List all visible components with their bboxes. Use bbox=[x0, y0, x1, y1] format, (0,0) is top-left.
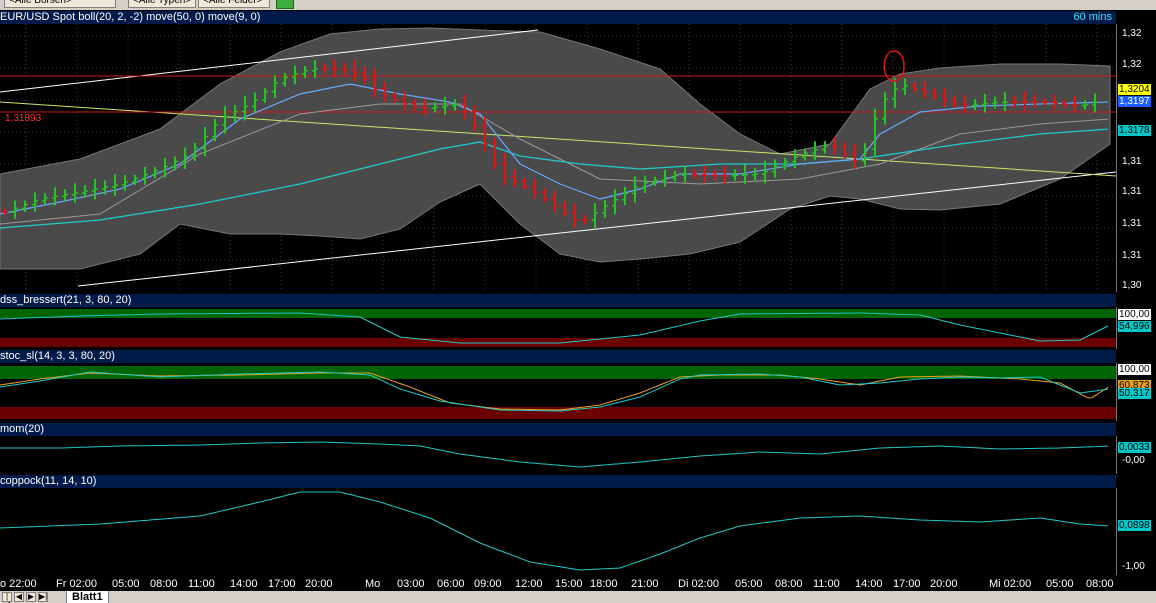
coppock-line bbox=[0, 491, 1109, 571]
timeframe-label: 60 mins bbox=[1073, 11, 1112, 23]
time-tick-label: Mi 02:00 bbox=[989, 578, 1032, 590]
time-tick-label: 05:00 bbox=[112, 578, 140, 590]
time-tick-label: 03:00 bbox=[397, 578, 425, 590]
time-tick-label: 15:00 bbox=[555, 578, 583, 590]
time-tick-label: 20:00 bbox=[930, 578, 958, 590]
filter-toolbar: <Alle Börsen> <Alle Typen> <Alle Felder> bbox=[0, 0, 1156, 10]
time-tick-label: 20:00 bbox=[305, 578, 333, 590]
momentum-line bbox=[0, 441, 1109, 468]
price-tick-label: 1,32 bbox=[1122, 28, 1142, 39]
price-panel-title: EUR/USD Spot boll(20, 2, -2) move(50, 0)… bbox=[0, 11, 261, 23]
bollinger-value-tag: 1,3197 bbox=[1118, 96, 1151, 107]
time-tick-label: Fr 02:00 bbox=[56, 578, 97, 590]
price-panel-header: EUR/USD Spot boll(20, 2, -2) move(50, 0)… bbox=[0, 11, 1116, 24]
coppock-chart[interactable] bbox=[0, 488, 1116, 575]
time-tick-label: Mo bbox=[365, 578, 381, 590]
dss-value-tag: 54,996 bbox=[1118, 321, 1151, 332]
dss-panel-title: dss_bressert(21, 3, 80, 20) bbox=[0, 294, 132, 306]
time-tick-label: 12:00 bbox=[515, 578, 543, 590]
price-tick-label: 1,31 bbox=[1122, 186, 1142, 197]
stoc-d-tag: 50,317 bbox=[1118, 388, 1151, 399]
time-tick-label: 08:00 bbox=[1086, 578, 1114, 590]
price-tick-label: 1,31 bbox=[1122, 156, 1142, 167]
price-y-axis: 1,32 1,32 1,31 1,31 1,31 1,31 1,30 bbox=[1116, 24, 1156, 292]
time-tick-label: 06:00 bbox=[437, 578, 465, 590]
time-tick-label: 08:00 bbox=[150, 578, 178, 590]
sheet-tab-bar: |◀ ◀ ▶ ▶| Blatt1 bbox=[0, 591, 1156, 603]
mom-lower-label: -0,00 bbox=[1122, 455, 1145, 466]
dss-upper-tag: 100,00 bbox=[1118, 309, 1151, 320]
exchange-filter-dropdown[interactable]: <Alle Börsen> bbox=[4, 0, 116, 8]
mom-panel-title: mom(20) bbox=[0, 423, 45, 435]
mom-panel-header: mom(20) bbox=[0, 423, 1116, 436]
mom-value-tag: 0,0033 bbox=[1118, 442, 1151, 453]
time-tick-label: 05:00 bbox=[735, 578, 763, 590]
stoc-upper-tag: 100,00 bbox=[1118, 364, 1151, 375]
stoc-chart[interactable] bbox=[0, 363, 1116, 421]
last-price-tag: 1,3204 bbox=[1118, 84, 1151, 95]
price-chart[interactable] bbox=[0, 24, 1116, 292]
support-level-label: 1,31893 bbox=[5, 113, 42, 124]
price-tick-label: 1,31 bbox=[1122, 250, 1142, 261]
dss-chart[interactable] bbox=[0, 307, 1116, 349]
sheet-tab-blatt1[interactable]: Blatt1 bbox=[66, 591, 109, 603]
coppock-value-tag: 0,0898 bbox=[1118, 520, 1151, 531]
time-tick-label: 14:00 bbox=[855, 578, 883, 590]
price-tick-label: 1,31 bbox=[1122, 218, 1142, 229]
time-tick-label: 08:00 bbox=[775, 578, 803, 590]
time-axis: Do 22:00 Fr 02:00 05:00 08:00 11:00 14:00 17:0… bbox=[0, 575, 1156, 591]
time-tick-label: 17:00 bbox=[268, 578, 296, 590]
apply-filter-button[interactable] bbox=[276, 0, 294, 9]
time-tick-label: 17:00 bbox=[893, 578, 921, 590]
coppock-panel-title: coppock(11, 14, 10) bbox=[0, 475, 97, 487]
coppock-panel-header: coppock(11, 14, 10) bbox=[0, 475, 1116, 488]
stoc-panel-header: stoc_sl(14, 3, 3, 80, 20) bbox=[0, 350, 1116, 363]
prev-sheet-button[interactable]: ◀ bbox=[14, 592, 24, 602]
time-tick-label: 14:00 bbox=[230, 578, 258, 590]
time-tick-label: 18:00 bbox=[590, 578, 618, 590]
time-tick-label: 05:00 bbox=[1046, 578, 1074, 590]
first-sheet-button[interactable]: |◀ bbox=[2, 592, 12, 603]
time-tick-label: 21:00 bbox=[631, 578, 659, 590]
time-tick-label: 11:00 bbox=[188, 578, 215, 590]
time-tick-label: Do 22:00 bbox=[0, 578, 37, 590]
dss-panel-header: dss_bressert(21, 3, 80, 20) bbox=[0, 294, 1116, 307]
time-tick-label: 09:00 bbox=[474, 578, 502, 590]
last-sheet-button[interactable]: ▶| bbox=[38, 592, 48, 602]
stoc-panel-title: stoc_sl(14, 3, 3, 80, 20) bbox=[0, 350, 115, 362]
price-tick-label: 1,32 bbox=[1122, 59, 1142, 70]
mom-chart[interactable] bbox=[0, 436, 1116, 474]
type-filter-dropdown[interactable]: <Alle Typen> bbox=[128, 0, 196, 8]
ma-value-tag: 1,3178 bbox=[1118, 125, 1151, 136]
field-filter-dropdown[interactable]: <Alle Felder> bbox=[198, 0, 270, 8]
next-sheet-button[interactable]: ▶ bbox=[26, 592, 36, 602]
stoc-oversold-zone bbox=[0, 407, 1116, 419]
time-tick-label: Di 02:00 bbox=[678, 578, 719, 590]
coppock-lower-label: -1,00 bbox=[1122, 561, 1145, 572]
time-tick-label: 11:00 bbox=[813, 578, 840, 590]
price-tick-label: 1,30 bbox=[1122, 280, 1142, 291]
